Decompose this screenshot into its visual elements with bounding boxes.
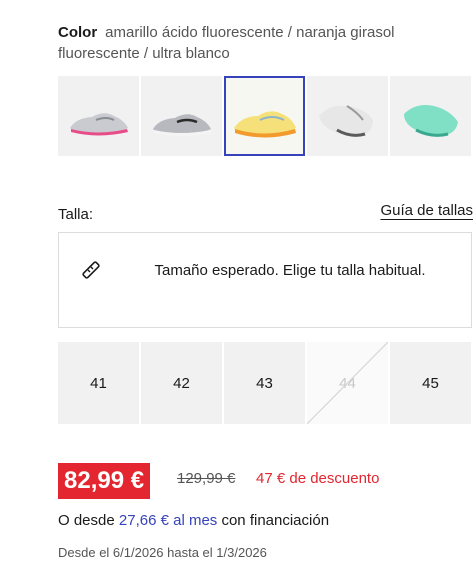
size-label-41: 41	[90, 374, 107, 392]
ruler-icon	[80, 259, 102, 281]
finance-prefix: O desde	[58, 512, 115, 529]
financing-info: O desde 27,66 € al mes con financiación	[58, 512, 329, 529]
thumbnail-shoe-mint[interactable]	[390, 76, 471, 156]
size-label-42: 42	[173, 374, 190, 392]
shoe-image	[153, 114, 211, 136]
finance-suffix: con financiación	[221, 512, 330, 529]
old-price: 129,99 €	[177, 470, 236, 487]
size-label-45: 45	[422, 374, 439, 392]
thumbnail-shoe-white-grey[interactable]	[307, 76, 388, 156]
size-label: Talla:	[58, 206, 94, 223]
size-option-43[interactable]: 43	[224, 342, 305, 424]
thumbnail-shoe-grey-pink[interactable]	[58, 76, 139, 156]
size-option-41[interactable]: 41	[58, 342, 139, 424]
shoe-image	[404, 105, 458, 137]
strikethrough-line	[307, 342, 388, 424]
shoe-image	[70, 113, 128, 136]
size-guide-link[interactable]: Guía de tallas	[380, 202, 473, 219]
color-label: Color	[58, 24, 98, 41]
size-label-43: 43	[256, 374, 273, 392]
thumbnail-shoe-yellow-orange[interactable]	[224, 76, 305, 156]
discount-text: 47 € de descuento	[256, 470, 380, 487]
offer-dates: Desde el 6/1/2026 hasta el 1/3/2026	[58, 545, 267, 560]
size-options: 41 42 43 44 45	[58, 342, 471, 424]
size-fit-text: Tamaño esperado. Elige tu talla habitual…	[154, 262, 426, 279]
current-price: 82,99 €	[58, 463, 151, 499]
size-option-42[interactable]: 42	[141, 342, 222, 424]
finance-monthly-link[interactable]: 27,66 € al mes	[119, 512, 217, 529]
thumbnail-shoe-grey-white[interactable]	[141, 76, 222, 156]
color-value: amarillo ácido fluorescente / naranja gi…	[58, 24, 395, 62]
shoe-image	[319, 105, 373, 137]
color-thumbnails	[58, 76, 475, 158]
shoe-image	[234, 111, 296, 138]
color-info: Color amarillo ácido fluorescente / naran…	[58, 22, 468, 64]
size-option-45[interactable]: 45	[390, 342, 471, 424]
size-option-44-unavailable: 44	[307, 342, 388, 424]
